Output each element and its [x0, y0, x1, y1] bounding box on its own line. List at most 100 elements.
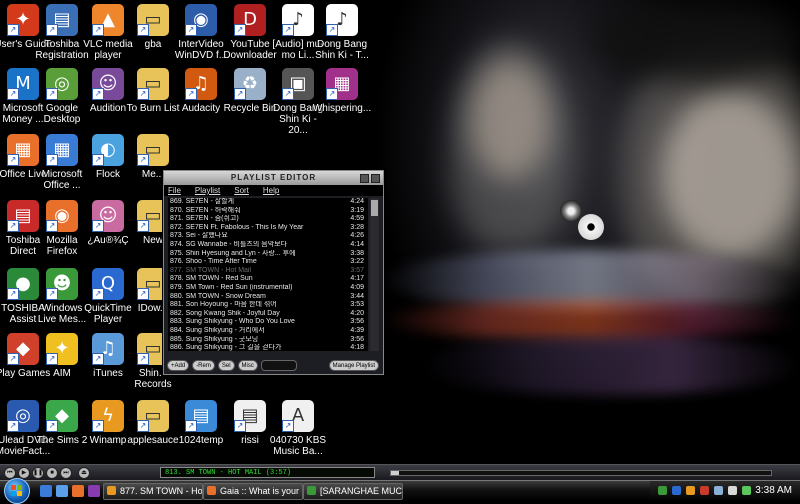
tray-volume-icon[interactable]: [728, 486, 737, 495]
shortcut-arrow-icon: ↗: [137, 288, 149, 300]
playlist-row[interactable]: 884. Sung Shikyung - 거리에서 4:39: [168, 327, 368, 336]
playlist-row[interactable]: 877. SM TOWN - Hot Mail 3:57: [168, 267, 368, 276]
app-icon: ▲ ↗: [92, 4, 124, 36]
app-icon: Q ↗: [92, 268, 124, 300]
desktop-icon-label: Whispering...: [312, 103, 372, 114]
shortcut-arrow-icon: ↗: [92, 288, 104, 300]
playlist-row[interactable]: 870. SE7EN - 허락해줘 3:19: [168, 207, 368, 216]
playlist-title-bar[interactable]: PLAYLIST EDITOR: [164, 171, 383, 185]
track-title: 886. Sung Shikyung - 그 길을 걷다가: [170, 344, 282, 351]
playlist-row[interactable]: 885. Sung Shikyung - 굿모닝 3:56: [168, 336, 368, 345]
track-title: 876. Shoo - Time After Time: [170, 258, 257, 266]
desktop-icon[interactable]: A ↗ 040730 KBS Music Ba...: [268, 400, 328, 457]
track-duration: 4:20: [350, 309, 364, 317]
app-icon: D ↗: [234, 4, 266, 36]
playlist-row[interactable]: 880. SM TOWN - Snow Dream 3:44: [168, 293, 368, 302]
playlist-row[interactable]: 873. Sei - 잘했나요 4:26: [168, 232, 368, 241]
playlist-row[interactable]: 872. SE7EN Ft. Fabolous - This Is My Yea…: [168, 224, 368, 233]
stop-icon[interactable]: ■: [46, 467, 58, 479]
app-icon: ◉ ↗: [46, 200, 78, 232]
shortcut-arrow-icon: ↗: [46, 288, 58, 300]
track-duration: 4:17: [350, 275, 364, 283]
playlist-lcd: [260, 360, 297, 371]
seek-bar[interactable]: [390, 470, 772, 476]
playlist-row[interactable]: 876. Shoo - Time After Time 3:22: [168, 258, 368, 267]
pause-icon[interactable]: ❚❚: [32, 467, 44, 479]
taskbar-button[interactable]: Gaia :: What is your ...: [203, 483, 303, 500]
select-button[interactable]: Sel: [217, 360, 235, 371]
shortcut-arrow-icon: ↗: [282, 88, 294, 100]
playlist-row[interactable]: 874. SG Wannabe - 비틀즈의 음악보다 4:14: [168, 241, 368, 250]
playlist-row[interactable]: 875. Shin Hyesung and Lyn - 사랑... 후에 3:38: [168, 250, 368, 259]
tray-app-icon[interactable]: [672, 486, 681, 495]
tray-toshiba-icon[interactable]: [700, 486, 709, 495]
playlist-row[interactable]: 881. Son Hoyoung - 마음 한데 섞어 3:53: [168, 301, 368, 310]
shortcut-arrow-icon: ↗: [137, 88, 149, 100]
app-icon: ▤ ↗: [234, 400, 266, 432]
start-button[interactable]: [4, 478, 30, 504]
next-icon[interactable]: ⏭: [60, 467, 72, 479]
playlist-row[interactable]: 879. SM Town - Red Sun (instrumental) 4:0…: [168, 284, 368, 293]
playlist-row[interactable]: 869. SE7EN - 잘할게 4:24: [168, 198, 368, 207]
tray-winamp-icon[interactable]: [686, 486, 695, 495]
app-icon: ▣ ↗: [282, 68, 314, 100]
manage-playlist-button[interactable]: Manage Playlist: [328, 360, 379, 371]
taskbar-button[interactable]: 877. SM TOWN - Ho...: [103, 483, 203, 500]
shortcut-arrow-icon: ↗: [46, 154, 58, 166]
track-duration: 3:53: [350, 301, 364, 309]
track-duration: 4:14: [350, 240, 364, 248]
taskbar-button[interactable]: [SARANGHAE MUC...: [303, 483, 403, 500]
play-icon[interactable]: ▶: [18, 467, 30, 479]
tray-battery-icon[interactable]: [742, 486, 751, 495]
app-icon: ☺ ↗: [92, 68, 124, 100]
playlist-row[interactable]: 871. SE7EN - 숨(쉬고) 4:59: [168, 215, 368, 224]
misc-button[interactable]: Misc: [237, 360, 258, 371]
app-icon: ▭↗: [137, 134, 169, 166]
shortcut-arrow-icon: ↗: [234, 24, 246, 36]
track-duration: 4:09: [350, 283, 364, 291]
shortcut-arrow-icon: ↗: [137, 420, 149, 432]
eject-icon[interactable]: ⏏: [78, 467, 90, 479]
quicklaunch-icon[interactable]: [88, 485, 100, 497]
playlist-row[interactable]: 886. Sung Shikyung - 그 길을 걷다가 4:18: [168, 344, 368, 351]
playlist-track-list[interactable]: 869. SE7EN - 잘할게 4:24 870. SE7EN - 허락해줘 3:1…: [168, 198, 368, 351]
playlist-row[interactable]: 883. Sung Shikyung - Who Do You Love 3:56: [168, 318, 368, 327]
playlist-scrollbar[interactable]: [370, 198, 379, 351]
menu-playlist[interactable]: Playlist: [195, 185, 220, 196]
desktop-icon[interactable]: ▦ ↗ Whispering...: [312, 68, 372, 114]
shortcut-arrow-icon: ↗: [92, 24, 104, 36]
desktop-icon[interactable]: ♪ ↗ Dong Bang Shin Ki - T...: [312, 4, 372, 61]
shortcut-arrow-icon: ↗: [7, 353, 19, 365]
menu-sort[interactable]: Sort: [234, 185, 249, 196]
shortcut-arrow-icon: ↗: [7, 220, 19, 232]
app-icon: ϟ ↗: [92, 400, 124, 432]
scroll-thumb[interactable]: [371, 200, 378, 216]
firefox-quicklaunch-icon[interactable]: [72, 485, 84, 497]
playlist-editor-window[interactable]: PLAYLIST EDITOR File Playlist Sort Help …: [163, 170, 384, 375]
playlist-row[interactable]: 882. Song Kwang Shik - Joyful Day 4:20: [168, 310, 368, 319]
track-title: 884. Sung Shikyung - 거리에서: [170, 326, 265, 334]
track-title: 881. Son Hoyoung - 마음 한데 섞어: [170, 301, 277, 309]
shortcut-arrow-icon: ↗: [185, 24, 197, 36]
track-duration: 3:19: [350, 206, 364, 214]
remove-button[interactable]: -Rem: [192, 360, 215, 371]
shortcut-arrow-icon: ↗: [92, 220, 104, 232]
now-playing-display: 813. SM TOWN - HOT MAIL (3:57): [160, 467, 375, 478]
shade-icon[interactable]: [360, 174, 369, 183]
shortcut-arrow-icon: ↗: [326, 24, 338, 36]
tray-network-icon[interactable]: [714, 486, 723, 495]
clock[interactable]: 3:38 AM: [755, 481, 792, 501]
shortcut-arrow-icon: ↗: [185, 88, 197, 100]
app-icon: A ↗: [282, 400, 314, 432]
add-button[interactable]: +Add: [167, 360, 190, 371]
playlist-row[interactable]: 878. SM TOWN - Red Sun 4:17: [168, 275, 368, 284]
tray-messenger-icon[interactable]: [658, 486, 667, 495]
menu-file[interactable]: File: [168, 185, 181, 196]
show-desktop-icon[interactable]: [40, 485, 52, 497]
menu-help[interactable]: Help: [263, 185, 279, 196]
task-app-icon: [207, 486, 216, 495]
track-duration: 4:24: [350, 198, 364, 205]
switch-windows-icon[interactable]: [56, 485, 68, 497]
close-icon[interactable]: [371, 174, 380, 183]
app-icon: ♫ ↗: [185, 68, 217, 100]
